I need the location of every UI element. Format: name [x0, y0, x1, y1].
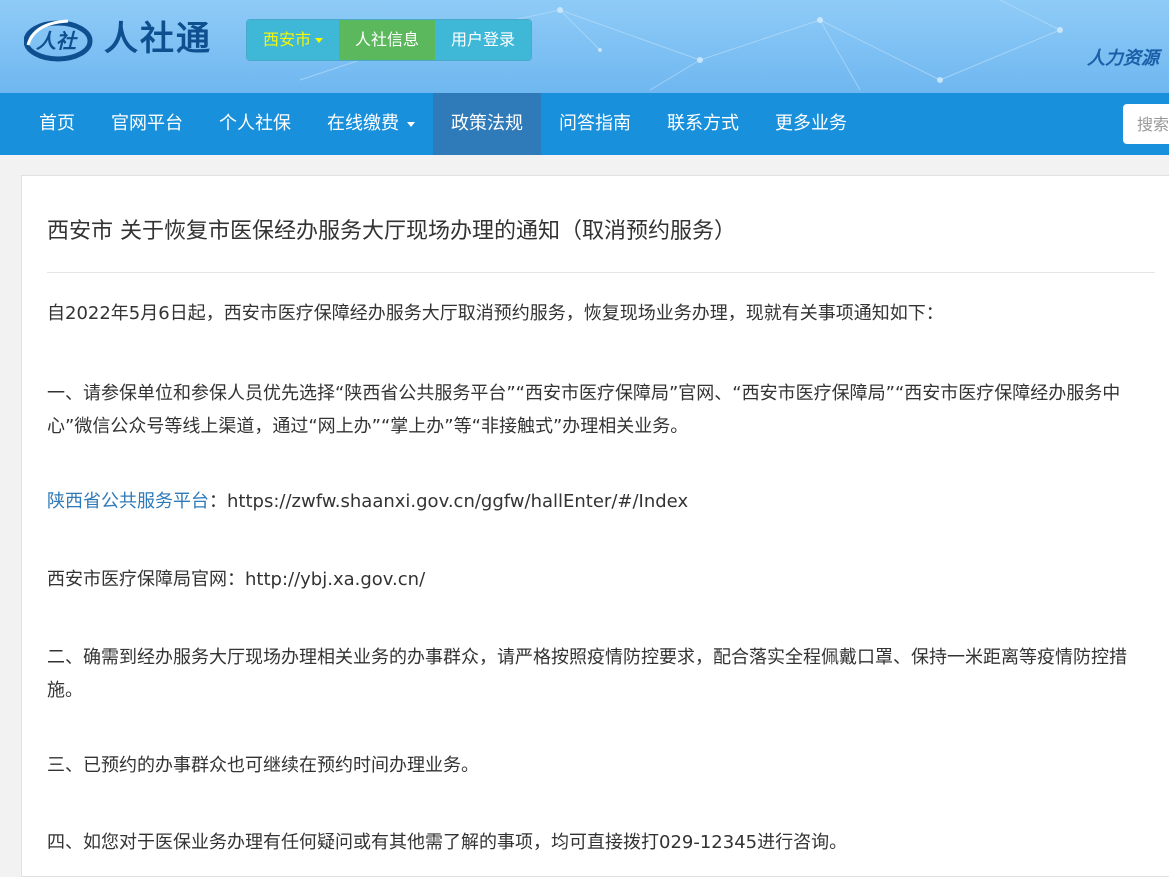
article-item-2: 二、确需到经办服务大厅现场办理相关业务的办事群众，请严格按照疫情防控要求，配合落… — [47, 647, 1127, 701]
nav-contact[interactable]: 联系方式 — [649, 93, 757, 155]
login-button[interactable]: 用户登录 — [435, 20, 532, 60]
article-intro: 自2022年5月6日起，西安市医疗保障经办服务大厅取消预约服务，恢复现场业务办理… — [47, 303, 944, 324]
article-item-4: 四、如您对于医保业务办理有任何疑问或有其他需了解的事项，均可直接拨打029-12… — [47, 832, 848, 853]
logo-emblem: 人社 — [23, 15, 100, 63]
link-1-url: https://zwfw.shaanxi.gov.cn/ggfw/hallEnt… — [227, 491, 689, 512]
header-banner: 人社 人社通 西安市 人社信息 用户登录 人力资源 — [0, 0, 1169, 93]
article-item-3: 三、已预约的办事群众也可继续在预约时间办理业务。 — [47, 755, 479, 776]
city-selector[interactable]: 西安市 — [247, 20, 340, 60]
nav-personal-insurance[interactable]: 个人社保 — [201, 93, 309, 155]
nav-official-platform[interactable]: 官网平台 — [93, 93, 201, 155]
search-input[interactable] — [1123, 104, 1169, 144]
city-label: 西安市 — [263, 30, 312, 49]
logo-mark-text: 人社 — [36, 29, 76, 53]
shaanxi-platform-link[interactable]: 陕西省公共服务平台 — [47, 491, 209, 512]
title-divider — [47, 272, 1155, 273]
nav-policies[interactable]: 政策法规 — [433, 93, 541, 155]
info-button[interactable]: 人社信息 — [339, 20, 436, 60]
site-logo[interactable]: 人社 人社通 — [23, 14, 212, 64]
nav-online-payment[interactable]: 在线缴费 — [309, 93, 433, 155]
nav-home[interactable]: 首页 — [21, 93, 93, 155]
chevron-down-icon — [407, 121, 415, 127]
link-line-2: 西安市医疗保障局官网：http://ybj.xa.gov.cn/ — [47, 563, 1155, 596]
main-nav: 首页 官网平台 个人社保 在线缴费 政策法规 问答指南 联系方式 更多业务 — [0, 93, 1169, 155]
article-title: 西安市 关于恢复市医保经办服务大厅现场办理的通知（取消预约服务） — [47, 219, 736, 244]
link-line-1: 陕西省公共服务平台：https://zwfw.shaanxi.gov.cn/gg… — [47, 485, 1155, 518]
link-1-separator: ： — [209, 491, 227, 512]
slogan: 人力资源 — [1087, 48, 1159, 69]
link-2-url: http://ybj.xa.gov.cn/ — [245, 569, 426, 590]
brand-name: 人社通 — [104, 19, 212, 59]
top-nav: 西安市 人社信息 用户登录 — [246, 19, 533, 61]
nav-more-services[interactable]: 更多业务 — [757, 93, 865, 155]
article-item-1: 一、请参保单位和参保人员优先选择“陕西省公共服务平台”“西安市医疗保障局”官网、… — [47, 383, 1121, 437]
chevron-down-icon — [315, 38, 324, 43]
nav-qa-guide[interactable]: 问答指南 — [541, 93, 649, 155]
link-2-label: 西安市医疗保障局官网： — [47, 569, 245, 590]
